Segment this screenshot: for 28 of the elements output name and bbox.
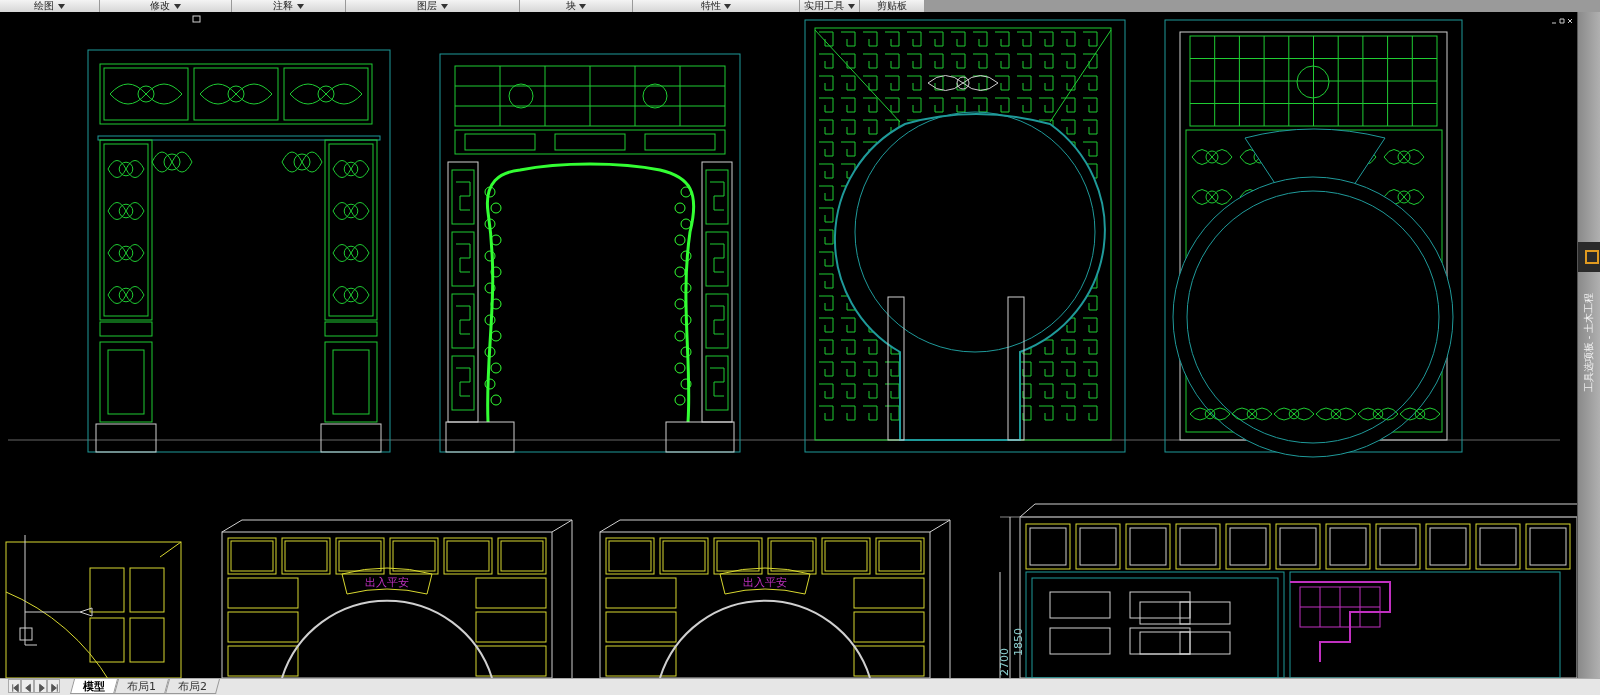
- nav-arrow-icon[interactable]: [9, 681, 22, 695]
- dimension-text: 2700: [998, 648, 1011, 676]
- ribbon-panel-label[interactable]: 特性: [633, 0, 800, 12]
- ribbon-panel-label[interactable]: 注释: [232, 0, 346, 12]
- nav-arrow-icon[interactable]: [48, 681, 61, 695]
- caret-icon[interactable]: [579, 3, 587, 9]
- layout-tab[interactable]: 模型: [70, 679, 118, 694]
- ribbon-panel-label[interactable]: 实用工具: [800, 0, 860, 12]
- ribbon-panel-label[interactable]: 图层: [346, 0, 520, 12]
- caret-icon[interactable]: [296, 3, 304, 9]
- window-controls-icon[interactable]: [1551, 18, 1573, 24]
- caret-icon[interactable]: [724, 3, 732, 9]
- caret-icon[interactable]: [57, 3, 65, 9]
- ribbon-panel-label[interactable]: 修改: [100, 0, 232, 12]
- layout-tab[interactable]: 布局2: [165, 679, 220, 694]
- palette-icon[interactable]: [1577, 242, 1600, 272]
- caret-icon[interactable]: [440, 3, 448, 9]
- caret-icon[interactable]: [847, 3, 855, 9]
- caret-icon[interactable]: [173, 3, 181, 9]
- layout-tab[interactable]: 布局1: [114, 679, 169, 694]
- pickbox-icon: [192, 15, 201, 23]
- plaque-text: 出入平安: [365, 576, 409, 589]
- ribbon-panel-label[interactable]: 剪贴板: [860, 0, 925, 12]
- ribbon-panel-label[interactable]: 块: [520, 0, 633, 12]
- dimension-text: 1850: [1012, 628, 1025, 656]
- plaque-text: 出入平安: [743, 576, 787, 589]
- palette-title: 工具选项板 - 土木工程: [1582, 292, 1596, 392]
- ribbon-panel-label[interactable]: 绘图: [0, 0, 100, 12]
